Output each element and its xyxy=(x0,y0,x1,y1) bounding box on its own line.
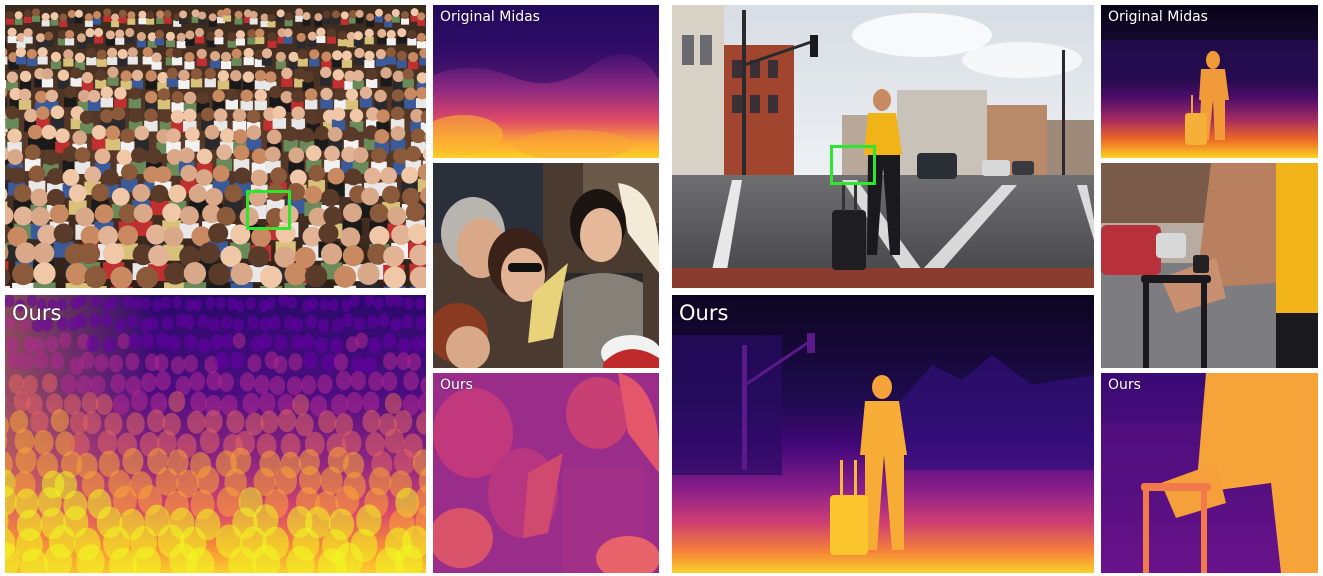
street-original-label: Original Midas xyxy=(1108,9,1208,25)
crowd-original-depth-map xyxy=(433,5,659,158)
crowd-photo xyxy=(5,5,426,288)
crowd-photo-image xyxy=(5,5,426,288)
crowd-zoom-highlight-box xyxy=(246,190,291,230)
street-ours-zoomed-depth-map xyxy=(1101,373,1318,573)
street-original-midas-depth: Original Midas xyxy=(1101,5,1318,158)
crowd-original-midas-depth: Original Midas xyxy=(433,5,659,158)
street-photo xyxy=(672,5,1094,288)
street-ours-label-large: Ours xyxy=(679,301,729,325)
street-ours-depth-map xyxy=(672,295,1094,573)
street-zoomed-photo xyxy=(1101,163,1318,368)
crowd-original-label: Original Midas xyxy=(440,9,540,25)
street-original-depth-map xyxy=(1101,5,1318,158)
street-ours-depth-large: Ours xyxy=(672,295,1094,573)
street-photo-image xyxy=(672,5,1094,288)
street-ours-label-small: Ours xyxy=(1108,377,1141,393)
crowd-ours-zoomed-depth-map xyxy=(433,373,659,573)
crowd-zoomed-photo xyxy=(433,163,659,368)
street-zoomed-image xyxy=(1101,163,1318,368)
street-ours-depth-zoomed: Ours xyxy=(1101,373,1318,573)
crowd-ours-depth-map xyxy=(5,295,426,573)
crowd-zoomed-image xyxy=(433,163,659,368)
crowd-ours-label-large: Ours xyxy=(12,301,62,325)
crowd-ours-label-small: Ours xyxy=(440,377,473,393)
crowd-ours-depth-zoomed: Ours xyxy=(433,373,659,573)
crowd-ours-depth-large: Ours xyxy=(5,295,426,573)
street-zoom-highlight-box xyxy=(830,145,876,185)
